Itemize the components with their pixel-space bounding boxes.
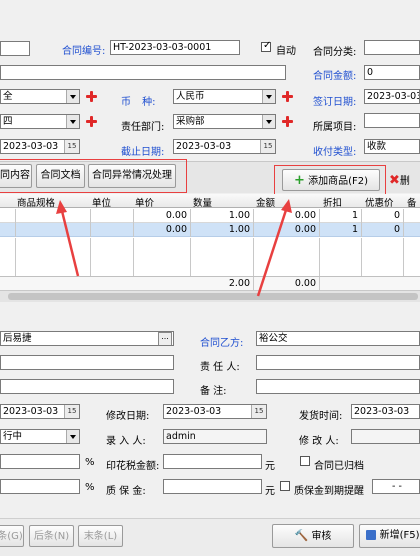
calendar-icon[interactable]: 15	[64, 405, 79, 418]
deposit-remind-label: 质保金到期提醒	[294, 486, 364, 497]
party-a-input[interactable]: 后易捷...	[0, 331, 174, 346]
browse-dots-icon[interactable]: ...	[158, 332, 172, 345]
percent-sign-1: %	[85, 457, 95, 468]
left-percent-input-2[interactable]	[0, 479, 80, 494]
audit-label: 审核	[311, 531, 332, 542]
responsible-input[interactable]	[256, 355, 420, 370]
left-date-2-value: 2023-03-03	[3, 406, 59, 417]
modify-date-label: 修改日期:	[106, 411, 150, 422]
new-button[interactable]: 新增(F5)	[359, 524, 420, 548]
party-a-value: 后易捷	[3, 333, 32, 344]
percent-sign-2: %	[85, 482, 95, 493]
left-input-row2[interactable]	[0, 355, 174, 370]
last-record-button[interactable]: 末条(L)	[78, 525, 123, 547]
modify-date-value: 2023-03-03	[166, 406, 222, 417]
yuan-1: 元	[265, 461, 275, 472]
deposit-label: 质 保 金:	[106, 486, 146, 497]
yuan-2: 元	[265, 486, 275, 497]
prev-record-button[interactable]: 条(G)	[0, 525, 24, 547]
party-b-input[interactable]: 裕公交	[256, 331, 420, 346]
entry-input: admin	[163, 429, 267, 444]
annotation-arrows	[56, 199, 292, 297]
left-date-2[interactable]: 2023-03-03 15	[0, 404, 80, 419]
modify-date-input[interactable]: 2023-03-03 15	[163, 404, 267, 419]
modifier-input	[351, 429, 420, 444]
deposit-remind-checkbox[interactable]	[280, 481, 290, 491]
deposit-remind-date[interactable]: - -	[372, 479, 420, 494]
remark-label: 备 注:	[200, 386, 227, 397]
chevron-down-icon[interactable]	[66, 430, 79, 443]
hammer-icon: 🔨	[294, 529, 309, 542]
modifier-label: 修 改 人:	[299, 436, 339, 447]
entry-label: 录 入 人:	[106, 436, 146, 447]
remark-input[interactable]	[256, 379, 420, 394]
ship-time-input[interactable]: 2023-03-03	[351, 404, 420, 419]
left-percent-input-1[interactable]	[0, 454, 80, 469]
left-select-3[interactable]: 行中	[0, 429, 80, 444]
archived-checkbox[interactable]	[300, 456, 310, 466]
party-b-label: 合同乙方:	[200, 338, 244, 349]
ship-time-label: 发货时间:	[299, 411, 343, 422]
next-record-button[interactable]: 后条(N)	[29, 525, 74, 547]
save-disk-icon	[366, 530, 377, 540]
left-select-3-value: 行中	[3, 431, 23, 442]
responsible-label: 责 任 人:	[200, 362, 240, 373]
audit-button[interactable]: 🔨 审核	[272, 524, 354, 548]
deposit-input[interactable]	[163, 479, 262, 494]
new-label: 新增(F5)	[379, 530, 420, 541]
calendar-icon[interactable]: 15	[251, 405, 266, 418]
stamp-tax-label: 印花税金额:	[106, 461, 160, 472]
archived-label: 合同已归档	[314, 461, 364, 472]
left-input-row3[interactable]	[0, 379, 174, 394]
stamp-tax-input[interactable]	[163, 454, 262, 469]
